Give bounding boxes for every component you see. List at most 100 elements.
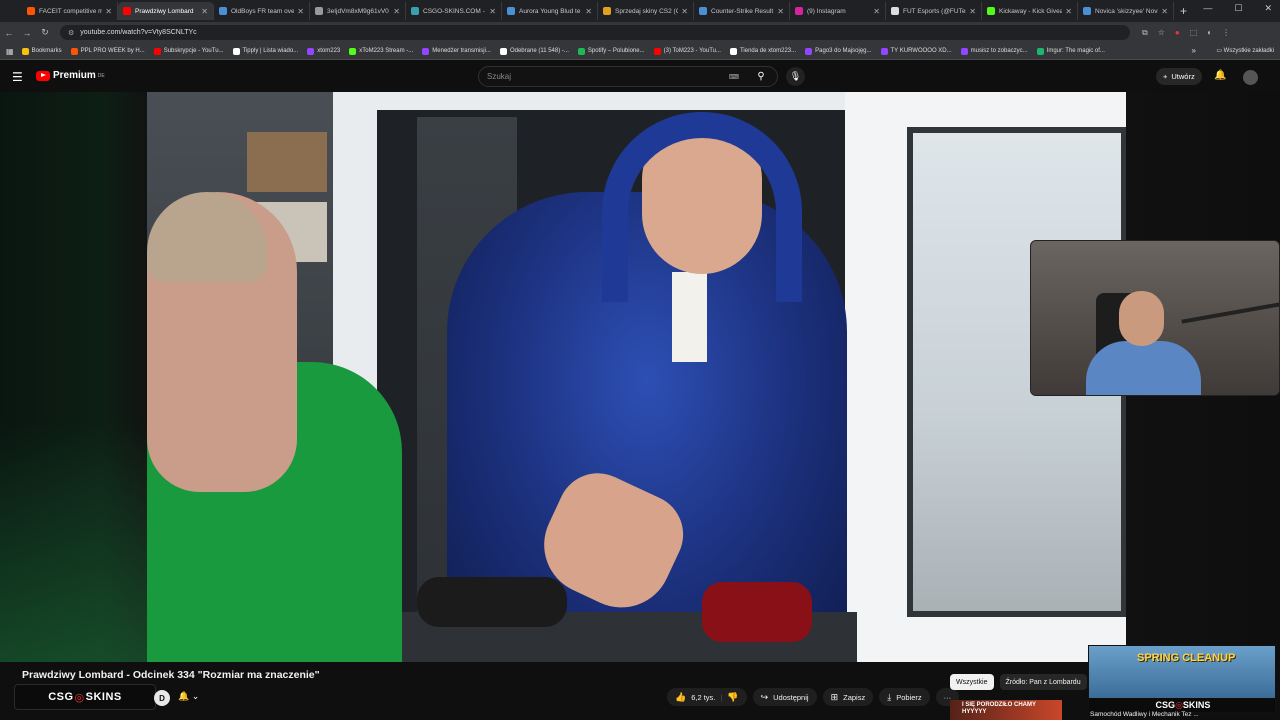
ambient-green-glow xyxy=(0,420,150,662)
avatar[interactable] xyxy=(1243,70,1258,85)
promo-target-icon: ◎ xyxy=(1175,699,1183,710)
browser-tab[interactable]: Kickaway - Kick Givea ✕ xyxy=(982,2,1078,20)
save-button[interactable]: ⊞ Zapisz xyxy=(822,688,874,706)
logo-region: DE xyxy=(97,72,105,79)
maximize-icon[interactable]: ☐ xyxy=(1234,3,1242,14)
back-icon[interactable]: ← xyxy=(0,28,18,38)
tab-close-icon[interactable]: ✕ xyxy=(969,7,976,16)
browser-tab-bar: FACEIT competitive m ✕ Prawdziwy Lombard ✕ O… xyxy=(0,0,1280,22)
browser-tab[interactable]: Sprzedaj skiny CS2 (C ✕ xyxy=(598,2,694,20)
badge-right-text: SKINS xyxy=(85,691,122,703)
thumbs-down-icon[interactable]: 👎 xyxy=(727,692,738,703)
window-controls: — ☐ ✕ xyxy=(1203,3,1272,14)
tab-favicon-icon xyxy=(123,7,131,15)
bookmark-item[interactable]: Menedżer transmisji... xyxy=(422,47,491,55)
folder-icon: ▭ xyxy=(1216,48,1222,54)
tab-close-icon[interactable]: ✕ xyxy=(105,7,112,16)
tab-close-icon[interactable]: ✕ xyxy=(201,7,208,16)
all-bookmarks-label: Wszystkie zakładki xyxy=(1223,48,1274,54)
tab-label: 3eIjdVm8xM9g61vV0 xyxy=(327,7,389,15)
browser-tab[interactable]: Novica 'skizzyee' Novi ✕ xyxy=(1078,2,1174,20)
close-window-icon[interactable]: ✕ xyxy=(1264,3,1272,14)
share-button[interactable]: ↪ Udostępnij xyxy=(752,688,817,706)
hamburger-menu-icon[interactable]: ☰ xyxy=(12,70,23,84)
bookmark-item[interactable]: Subskrypcje - YouTu... xyxy=(153,47,224,55)
browser-tab[interactable]: 3eIjdVm8xM9g61vV0 ✕ xyxy=(310,2,406,20)
search-icon[interactable]: ⚲ xyxy=(745,67,777,86)
subscribe-pill[interactable]: D xyxy=(154,690,170,706)
browser-tab[interactable]: FACEIT competitive m ✕ xyxy=(22,2,118,20)
site-info-icon[interactable]: ⚙ xyxy=(68,29,74,37)
new-tab-button[interactable]: + xyxy=(1180,4,1187,18)
menu-icon[interactable]: ⋮ xyxy=(1222,28,1230,38)
bookmark-item[interactable]: Odebrane (11 548) -... xyxy=(499,47,569,55)
bookmark-item[interactable]: xtom223 xyxy=(307,47,341,55)
extension-red-icon[interactable]: ● xyxy=(1175,28,1180,38)
extensions-icon[interactable]: ⬚ xyxy=(1190,28,1198,38)
reload-icon[interactable]: ↻ xyxy=(36,27,54,38)
bookmark-label: xtom223 xyxy=(317,48,341,54)
tab-favicon-icon xyxy=(699,7,707,15)
browser-tab[interactable]: FUT Esports (@FUTesp ✕ xyxy=(886,2,982,20)
bookmark-label: xToM223 Stream -... xyxy=(359,48,414,54)
filter-chip[interactable]: Źródło: Pan z Lombardu xyxy=(999,674,1087,690)
apps-icon[interactable]: ▦ xyxy=(6,47,14,56)
tab-close-icon[interactable]: ✕ xyxy=(873,7,880,16)
subscription-bell-icon[interactable]: 🔔 ⌄ xyxy=(178,691,199,702)
bookmark-item[interactable]: PPL PRO WEEK by H... xyxy=(70,47,145,55)
bookmark-item[interactable]: Imgur: The magic of... xyxy=(1036,47,1105,55)
like-button[interactable]: 👍 6,2 tys. | 👎 xyxy=(667,688,747,706)
create-button[interactable]: + Utwórz xyxy=(1156,68,1202,85)
bookmark-item[interactable]: musisz to zobaczyc... xyxy=(960,47,1028,55)
video-player[interactable] xyxy=(147,92,1126,662)
tab-close-icon[interactable]: ✕ xyxy=(585,7,592,16)
recommended-thumbnail[interactable]: I SIĘ PORODZIŁO CHAMY HYYYYY xyxy=(950,700,1062,720)
bookmark-item[interactable]: xToM223 Stream -... xyxy=(349,47,414,55)
browser-tab[interactable]: (9) Instagram ✕ xyxy=(790,2,886,20)
forward-icon[interactable]: → xyxy=(18,28,36,38)
star-icon[interactable]: ☆ xyxy=(1158,28,1165,38)
tab-favicon-icon xyxy=(411,7,419,15)
search-input[interactable] xyxy=(479,72,729,81)
tab-close-icon[interactable]: ✕ xyxy=(489,7,496,16)
bookmarks-more-button[interactable]: » xyxy=(1192,46,1196,55)
url-field[interactable]: ⚙ youtube.com/watch?v=Vty8SCNLTYc xyxy=(60,25,1130,40)
youtube-masthead: ☰ Premium DE ⌨ ⚲ 🎙 + Utwórz 🔔 xyxy=(0,61,1280,92)
tab-close-icon[interactable]: ✕ xyxy=(681,7,688,16)
notifications-bell-icon[interactable]: 🔔 xyxy=(1214,70,1226,81)
all-bookmarks-folder[interactable]: ▭ Wszystkie zakładki xyxy=(1216,47,1274,54)
browser-tab[interactable]: Prawdziwy Lombard ✕ xyxy=(118,2,214,20)
bookmark-item[interactable]: Tienda de xtom223... xyxy=(729,47,796,55)
tab-label: (9) Instagram xyxy=(807,7,846,15)
filter-chip[interactable]: Wszystkie xyxy=(950,674,994,690)
bookmark-label: PPL PRO WEEK by H... xyxy=(80,48,145,54)
bookmark-item[interactable]: Bookmarks xyxy=(21,47,62,55)
bookmark-item[interactable]: Tipply | Lista wiado... xyxy=(232,47,298,55)
promo-logo-right: SKINS xyxy=(1182,700,1211,710)
keyboard-icon[interactable]: ⌨ xyxy=(729,73,739,81)
install-icon[interactable]: ⧉ xyxy=(1142,28,1148,38)
tab-close-icon[interactable]: ✕ xyxy=(1065,7,1072,16)
minimize-icon[interactable]: — xyxy=(1203,3,1212,14)
bookmark-item[interactable]: (3) ToM223 - YouTu... xyxy=(653,47,721,55)
tab-close-icon[interactable]: ✕ xyxy=(1161,7,1168,16)
tab-favicon-icon xyxy=(315,7,323,15)
profile-icon[interactable]: ◐ xyxy=(1207,28,1212,38)
bookmark-item[interactable]: TY KURWOOOO XD... xyxy=(880,47,952,55)
thumbs-up-icon: 👍 xyxy=(675,691,687,702)
microphone-icon[interactable]: 🎙 xyxy=(786,67,805,86)
share-icon: ↪ xyxy=(760,691,769,702)
browser-tab[interactable]: OldBoys FR team over ✕ xyxy=(214,2,310,20)
bookmark-item[interactable]: Pago3 do Majsojęg... xyxy=(805,47,872,55)
download-button[interactable]: ⤓ Pobierz xyxy=(879,688,930,706)
browser-tab[interactable]: Counter-Strike Result ✕ xyxy=(694,2,790,20)
tab-close-icon[interactable]: ✕ xyxy=(393,7,400,16)
tab-close-icon[interactable]: ✕ xyxy=(297,7,304,16)
bookmark-item[interactable]: Spotify – Polubione... xyxy=(577,47,645,55)
tab-close-icon[interactable]: ✕ xyxy=(777,7,784,16)
browser-tab[interactable]: CSGO-SKINS.COM - N ✕ xyxy=(406,2,502,20)
youtube-logo[interactable]: Premium DE xyxy=(36,70,105,81)
browser-tab[interactable]: Aurora Young Blud te ✕ xyxy=(502,2,598,20)
recommended-title[interactable]: Samochód Wadliwy i Mechanik Tez ... xyxy=(1090,711,1199,718)
tab-label: Sprzedaj skiny CS2 (C xyxy=(615,7,679,15)
